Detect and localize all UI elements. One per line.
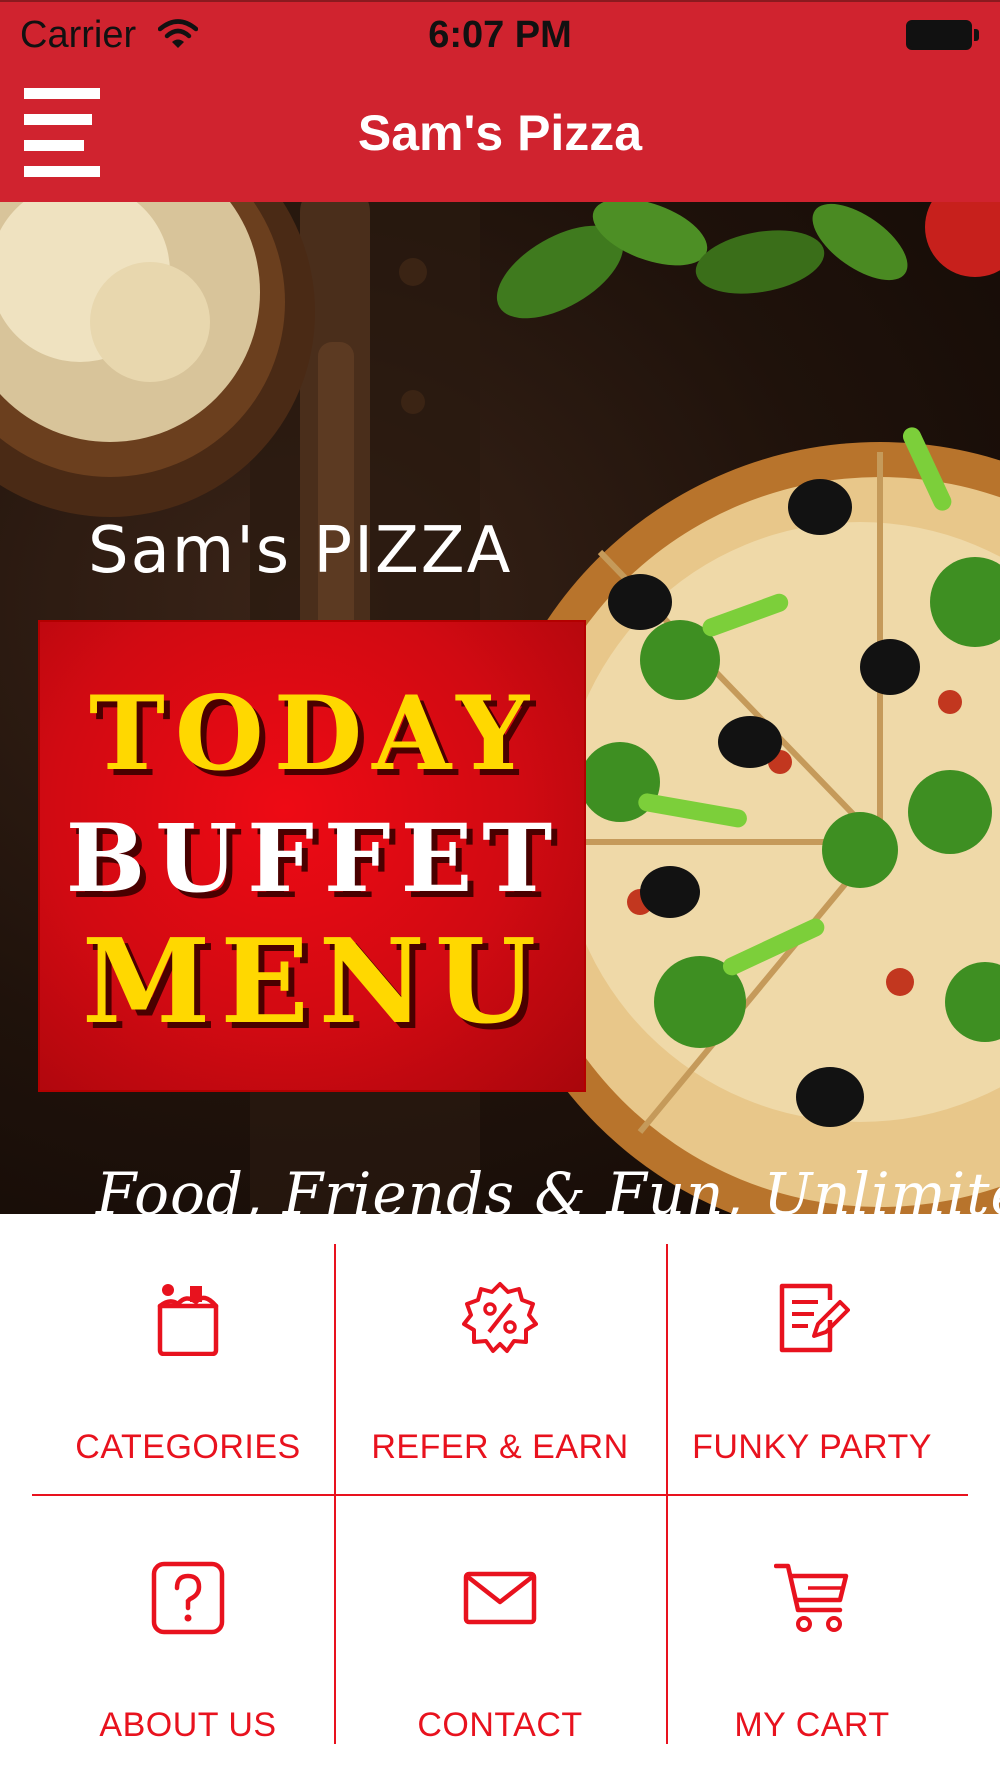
promo-line-buffet: BUFFET — [65, 804, 563, 914]
menu-item-label: FUNKY PARTY — [692, 1428, 932, 1466]
brand-logo-text: Sam's PIZZA — [88, 514, 513, 588]
banner-tagline: Food, Friends & Fun, Unlimited — [96, 1160, 1000, 1214]
menu-item-contact[interactable]: CONTACT — [344, 1494, 656, 1744]
grocery-bag-icon — [157, 1284, 219, 1356]
question-icon — [151, 1561, 225, 1635]
page-title: Sam's Pizza — [357, 105, 643, 161]
menu-item-label: CATEGORIES — [75, 1428, 301, 1466]
promo-line-menu: MENU — [81, 914, 546, 1050]
edit-document-icon — [779, 1283, 850, 1353]
menu-item-label: ABOUT US — [99, 1706, 277, 1744]
menu-item-funky-party[interactable]: FUNKY PARTY — [656, 1244, 968, 1494]
menu-item-categories[interactable]: CATEGORIES — [32, 1244, 344, 1494]
envelope-icon — [463, 1571, 537, 1625]
menu-item-about-us[interactable]: ABOUT US — [32, 1494, 344, 1744]
buffet-promo-box: TODAY BUFFET MENU — [38, 620, 586, 1092]
battery-tip — [974, 29, 979, 41]
discount-badge-icon — [462, 1282, 538, 1353]
menu-item-label: CONTACT — [417, 1706, 583, 1744]
menu-item-label: MY CART — [734, 1706, 890, 1744]
cart-icon — [774, 1563, 849, 1632]
status-bar: Carrier 6:07 PM — [0, 2, 1000, 68]
menu-item-my-cart[interactable]: MY CART — [656, 1494, 968, 1744]
app-header: Carrier 6:07 PM Sam's Pizza — [0, 0, 1000, 202]
status-time: 6:07 PM — [428, 14, 572, 56]
promo-line-today: TODAY — [88, 674, 540, 794]
home-menu-grid: CATEGORIES REFER & EARN FUNKY PARTY ABOU… — [32, 1244, 968, 1744]
promo-banner[interactable]: Sam's PIZZA TODAY BUFFET MENU Food, Frie… — [0, 202, 1000, 1214]
battery-icon — [906, 20, 972, 50]
menu-item-refer-earn[interactable]: REFER & EARN — [344, 1244, 656, 1494]
menu-item-label: REFER & EARN — [371, 1428, 629, 1466]
